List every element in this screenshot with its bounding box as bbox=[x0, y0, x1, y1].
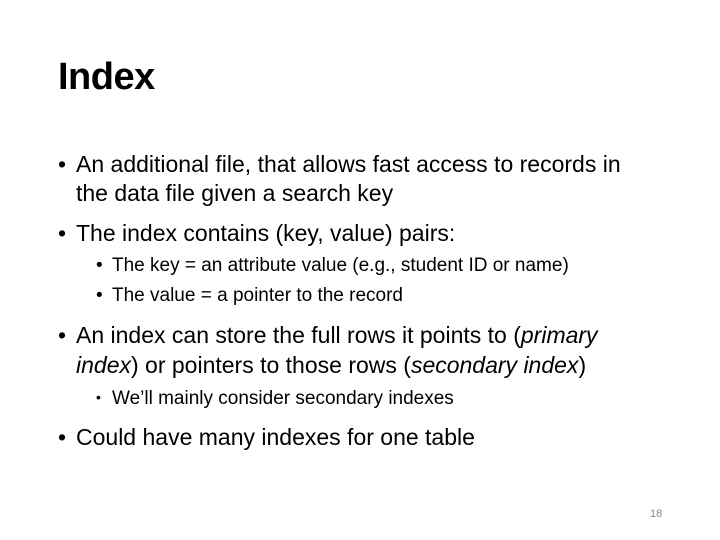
emphasis: primary bbox=[520, 322, 598, 348]
emphasis: secondary index bbox=[410, 352, 579, 378]
sub-bullet-icon: • bbox=[96, 255, 103, 276]
emphasis: index bbox=[76, 352, 131, 378]
text-run: ) bbox=[578, 352, 587, 378]
text-run: An index can store the full rows it poin… bbox=[76, 322, 521, 348]
sub-bullet-icon: • bbox=[96, 389, 101, 405]
bullet-icon: • bbox=[58, 322, 67, 348]
page-number: 18 bbox=[650, 508, 663, 520]
text-run: ) or pointers to those rows ( bbox=[130, 352, 411, 378]
bullet-icon: • bbox=[58, 424, 67, 450]
bullet-icon: • bbox=[58, 220, 67, 246]
sub-bullet-text: The value = a pointer to the record bbox=[112, 285, 403, 306]
sub-bullet-text: We’ll mainly consider secondary indexes bbox=[112, 388, 454, 409]
bullet-icon: • bbox=[58, 151, 67, 177]
bullet-text: An additional file, that allows fast acc… bbox=[76, 151, 621, 177]
bullet-text: The index contains (key, value) pairs: bbox=[76, 220, 456, 246]
sub-bullet-icon: • bbox=[96, 285, 103, 306]
slide-title: Index bbox=[58, 56, 155, 98]
bullet-text: index) or pointers to those rows (second… bbox=[76, 352, 586, 379]
bullet-text: the data file given a search key bbox=[76, 180, 394, 206]
bullet-text: An index can store the full rows it poin… bbox=[76, 322, 598, 349]
bullet-text: Could have many indexes for one table bbox=[76, 424, 475, 450]
sub-bullet-text: The key = an attribute value (e.g., stud… bbox=[112, 255, 569, 276]
